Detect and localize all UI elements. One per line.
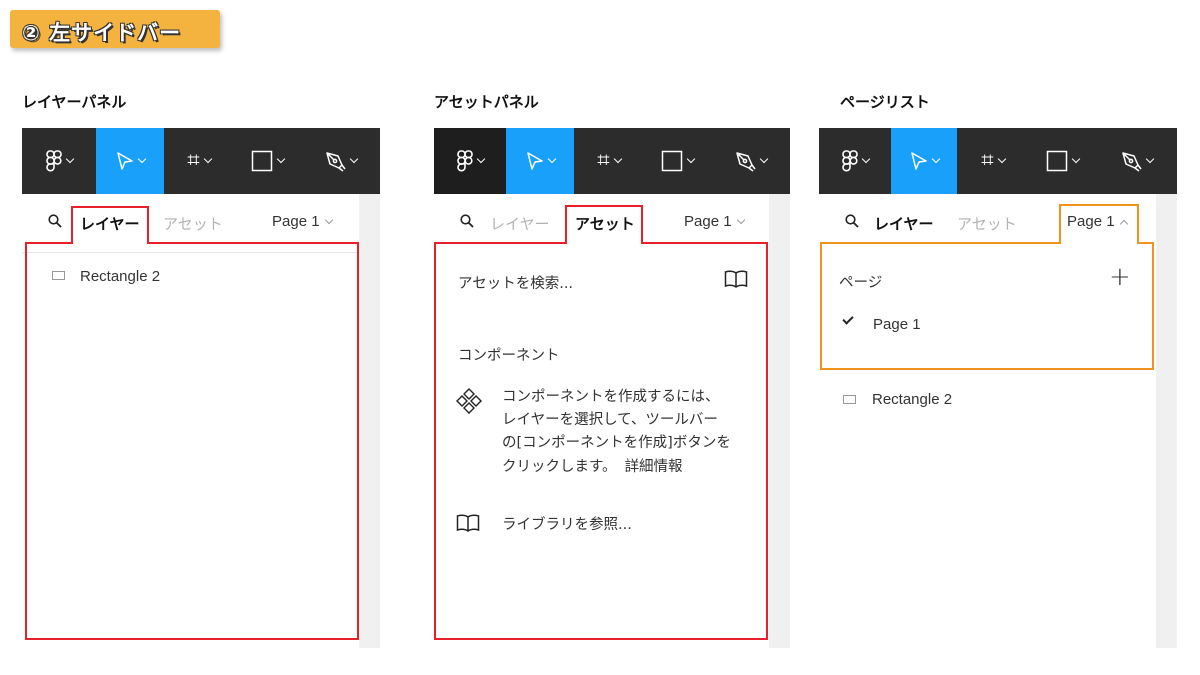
page-selector[interactable]: Page 1 [272, 213, 333, 230]
highlight-joint [567, 242, 641, 244]
shape-tool-button[interactable] [234, 128, 300, 194]
chevron-down-icon [324, 215, 333, 225]
figma-menu-icon [45, 150, 62, 172]
search-icon[interactable] [48, 214, 62, 228]
figma-menu-button[interactable] [819, 128, 891, 194]
highlight-page-selector [1059, 204, 1139, 244]
page-selector-label: Page 1 [272, 213, 320, 230]
assets-panel-title: アセットパネル [434, 93, 539, 111]
pen-tool-icon [735, 152, 756, 172]
tab-layers[interactable]: レイヤー [490, 213, 550, 234]
toolbar: ⌗ [819, 128, 1177, 194]
highlight-joint [73, 242, 147, 244]
highlight-page-list [820, 242, 1154, 370]
scrollbar[interactable] [1156, 194, 1177, 648]
layers-panel-title: レイヤーパネル [22, 93, 127, 111]
figma-menu-icon [841, 150, 858, 172]
page-selector-label: Page 1 [684, 213, 732, 230]
chevron-down-icon [276, 154, 285, 164]
pages-panel-title: ページリスト [840, 93, 930, 111]
pen-tool-button[interactable] [1095, 128, 1177, 194]
chevron-down-icon [547, 154, 556, 164]
move-tool-icon [116, 152, 133, 170]
frame-tool-button[interactable]: ⌗ [957, 128, 1029, 194]
chevron-down-icon [65, 154, 74, 164]
pen-tool-button[interactable] [300, 128, 380, 194]
chevron-down-icon [137, 154, 146, 164]
chevron-down-icon [861, 154, 870, 164]
shape-tool-button[interactable] [644, 128, 710, 194]
scrollbar[interactable] [769, 194, 790, 648]
figma-menu-button[interactable] [434, 128, 506, 194]
chevron-down-icon [1071, 154, 1080, 164]
pen-tool-icon [1121, 152, 1142, 172]
highlight-tab-assets [565, 205, 643, 244]
pen-tool-button[interactable] [710, 128, 790, 194]
pen-tool-icon [325, 152, 346, 172]
move-tool-button[interactable] [506, 128, 574, 194]
highlight-layers-area [25, 242, 359, 640]
highlight-joint [1061, 242, 1137, 244]
search-icon[interactable] [460, 214, 474, 228]
highlight-assets-area [434, 242, 768, 640]
section-badge: ② 左サイドバー [10, 10, 220, 48]
move-tool-button[interactable] [96, 128, 164, 194]
chevron-down-icon [997, 154, 1006, 164]
toolbar: ⌗ [434, 128, 790, 194]
frame-tool-button[interactable]: ⌗ [574, 128, 644, 194]
tab-assets[interactable]: アセット [957, 213, 1017, 234]
chevron-down-icon [613, 154, 622, 164]
figma-menu-button[interactable] [22, 128, 96, 194]
frame-tool-button[interactable]: ⌗ [164, 128, 234, 194]
section-badge-label: ② 左サイドバー [22, 21, 182, 45]
figma-menu-icon [456, 150, 473, 172]
highlight-tab-layers [71, 206, 149, 244]
chevron-down-icon [686, 154, 695, 164]
tab-assets[interactable]: アセット [163, 213, 223, 234]
chevron-down-icon [349, 154, 358, 164]
shape-tool-icon [1046, 150, 1067, 172]
scrollbar[interactable] [359, 194, 380, 648]
assets-panel: ⌗ レイヤー アセット Page 1 アセットを検索... コンポーネント コン… [434, 128, 790, 648]
search-icon[interactable] [845, 214, 859, 228]
chevron-down-icon [476, 154, 485, 164]
move-tool-button[interactable] [891, 128, 957, 194]
shape-tool-icon [251, 150, 272, 172]
tab-layers[interactable]: レイヤー [874, 213, 934, 234]
move-tool-icon [526, 152, 543, 170]
toolbar: ⌗ [22, 128, 380, 194]
chevron-down-icon [759, 154, 768, 164]
frame-tool-icon: ⌗ [981, 148, 994, 173]
frame-tool-icon: ⌗ [187, 148, 200, 173]
layer-row-rectangle-2[interactable]: Rectangle 2 [872, 391, 952, 408]
shape-tool-icon [661, 150, 682, 172]
shape-tool-button[interactable] [1029, 128, 1095, 194]
layers-panel: ⌗ レイヤー アセット Page 1 Rectangle 2 [22, 128, 380, 648]
chevron-down-icon [1145, 154, 1154, 164]
chevron-down-icon [736, 215, 745, 225]
rectangle-layer-icon [843, 395, 856, 404]
page-selector[interactable]: Page 1 [684, 213, 745, 230]
pages-panel: ⌗ レイヤー アセット Page 1 ページ + Page 1 Rectangl… [819, 128, 1177, 648]
chevron-down-icon [931, 154, 940, 164]
frame-tool-icon: ⌗ [597, 148, 610, 173]
chevron-down-icon [203, 154, 212, 164]
move-tool-icon [910, 152, 927, 170]
